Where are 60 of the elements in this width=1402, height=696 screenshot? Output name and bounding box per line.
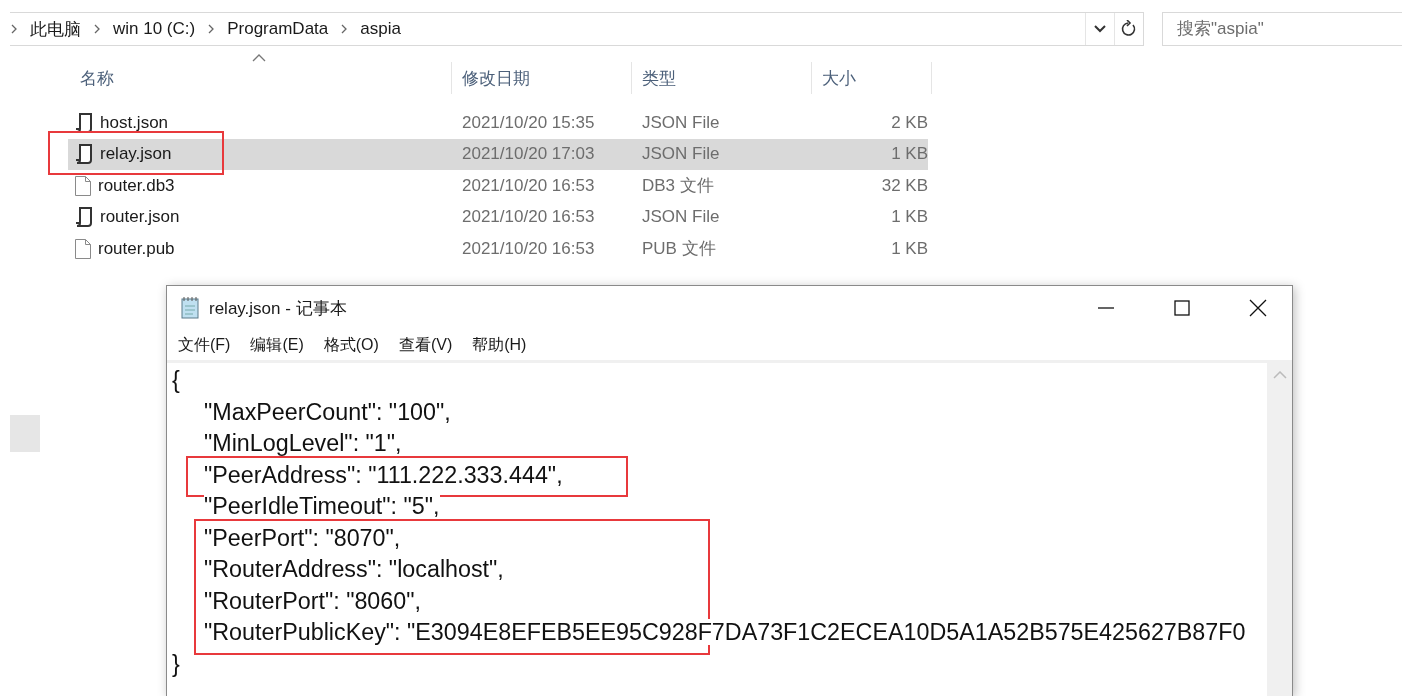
file-size: 2 KB [890,112,928,133]
file-row[interactable]: router.pub 2021/10/20 16:53 PUB 文件 1 KB [68,233,928,265]
search-field[interactable]: 搜索"aspia" [1162,12,1402,46]
menu-item[interactable]: 格式(O) [323,334,379,356]
sort-ascending-icon [252,54,266,62]
menu-item[interactable]: 帮助(H) [472,334,527,356]
column-header[interactable]: 类型 [632,62,812,94]
file-type: DB3 文件 [641,175,715,198]
file-type: JSON File [641,207,721,228]
script-file-icon [74,206,94,229]
file-name: host.json [100,112,169,133]
file-type: JSON File [641,112,721,133]
file-type: PUB 文件 [641,238,717,261]
modified-date: 2021/10/20 16:53 [461,207,596,228]
chevron-right-icon [207,23,216,35]
menu-item[interactable]: 编辑(E) [250,334,304,356]
notepad-icon [179,296,201,320]
modified-date: 2021/10/20 17:03 [461,144,596,165]
scrollbar[interactable] [1267,363,1292,696]
chevron-right-icon [340,23,349,35]
maximize-icon [1174,300,1190,316]
file-size: 1 KB [890,144,928,165]
file-size: 32 KB [880,175,928,196]
modified-date: 2021/10/20 16:53 [461,175,596,196]
menu-item[interactable]: 文件(F) [178,334,231,356]
file-row[interactable]: router.json 2021/10/20 16:53 JSON File 1 KB [68,201,928,233]
file-name: router.json [100,207,180,228]
chevron-right-icon [93,23,101,35]
file-name: router.db3 [98,175,175,196]
file-size: 1 KB [890,238,928,259]
breadcrumb[interactable]: ProgramData [227,19,329,39]
breadcrumb[interactable]: aspia [360,19,401,39]
window-title: relay.json - 记事本 [209,297,348,320]
file-type: JSON File [641,144,721,165]
file-row[interactable]: router.db3 2021/10/20 16:53 DB3 文件 32 KB [68,170,928,202]
breadcrumb[interactable]: win 10 (C:) [113,19,196,39]
script-file-icon [74,143,94,166]
file-row[interactable]: relay.json 2021/10/20 17:03 JSON File 1 KB [68,138,928,170]
column-header[interactable]: 名称 [70,62,452,94]
refresh-icon [1121,20,1137,38]
file-icon [74,237,92,260]
chevron-right-icon [10,23,18,35]
modified-date: 2021/10/20 15:35 [461,112,596,133]
column-header[interactable]: 大小 [812,62,932,94]
script-file-icon [74,111,94,134]
scroll-thumb[interactable] [10,415,40,452]
file-name: relay.json [100,144,172,165]
close-icon [1249,299,1267,317]
scroll-up-icon[interactable] [1272,371,1287,379]
minimize-icon [1098,306,1114,310]
file-size: 1 KB [890,207,928,228]
address-bar[interactable]: 此电脑 win 10 (C:) ProgramData aspia [10,12,1144,46]
modified-date: 2021/10/20 16:53 [461,238,596,259]
column-header[interactable]: 修改日期 [452,62,632,94]
file-icon [74,174,92,197]
file-row[interactable]: host.json 2021/10/20 15:35 JSON File 2 KB [68,107,928,139]
menu-item[interactable]: 查看(V) [398,334,453,356]
file-name: router.pub [98,238,175,259]
chevron-down-icon [1093,24,1107,34]
breadcrumb[interactable]: 此电脑 [30,17,81,41]
